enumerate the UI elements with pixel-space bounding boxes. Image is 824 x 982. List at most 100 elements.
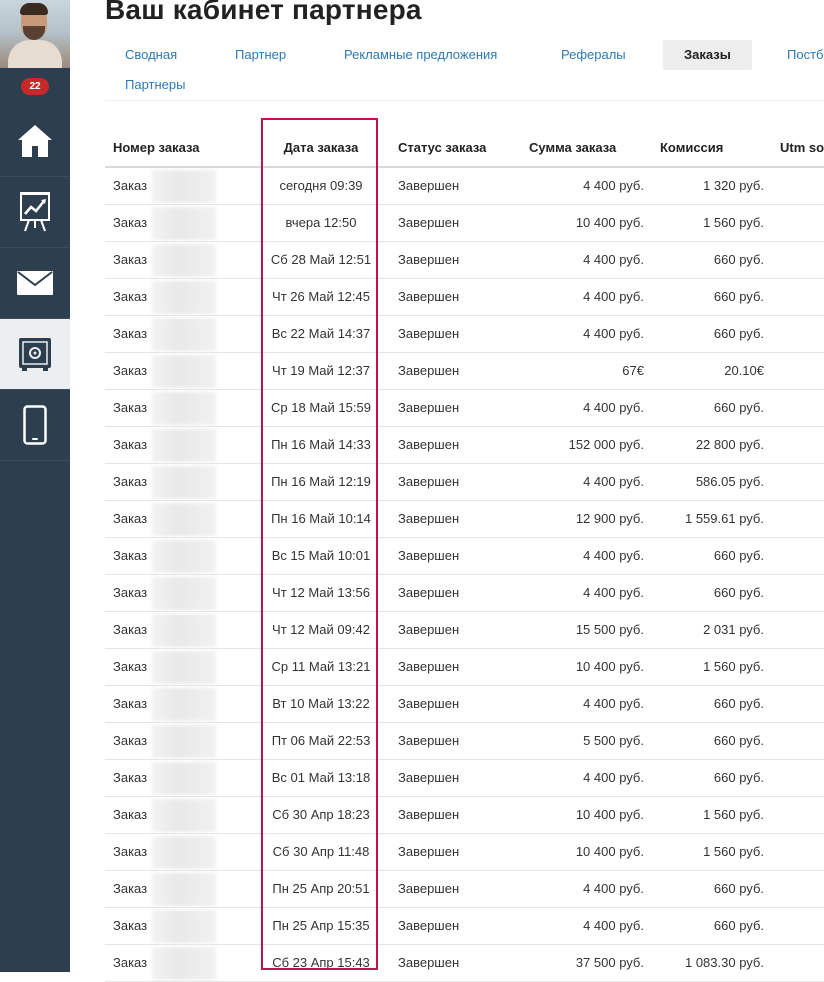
notification-badge[interactable]: 22 [21, 78, 49, 95]
order-number-cell[interactable]: Заказ [113, 242, 147, 278]
tab-summary[interactable]: Сводная [125, 40, 177, 70]
table-row[interactable]: Заказ Чт 26 Май 12:45 Завершен 4 400 руб. 66… [105, 279, 824, 316]
table-row[interactable]: Заказ Вс 22 Май 14:37 Завершен 4 400 руб. 66… [105, 316, 824, 353]
order-number-cell[interactable]: Заказ [113, 501, 147, 537]
tab-partner[interactable]: Партнер [235, 40, 286, 70]
column-header-order-status[interactable]: Статус заказа [398, 130, 486, 166]
table-row[interactable]: Заказ Пн 25 Апр 20:51 Завершен 4 400 руб. 66… [105, 871, 824, 908]
table-row[interactable]: Заказ вчера 12:50 Завершен 10 400 руб. 1 560… [105, 205, 824, 242]
table-row[interactable]: Заказ Чт 12 Май 09:42 Завершен 15 500 руб. 2… [105, 612, 824, 649]
table-row[interactable]: Заказ Пн 16 Май 12:19 Завершен 4 400 руб. 58… [105, 464, 824, 501]
order-date-cell: Сб 23 Апр 15:43 [272, 955, 370, 970]
redacted-order-id [152, 614, 216, 647]
order-sum-cell: 4 400 руб. [583, 585, 644, 600]
order-number-cell[interactable]: Заказ [113, 390, 147, 426]
tab-orders[interactable]: Заказы [663, 40, 752, 70]
order-date-cell: Ср 11 Май 13:21 [271, 659, 371, 674]
order-date-cell: Чт 26 Май 12:45 [272, 289, 370, 304]
table-row[interactable]: Заказ Чт 12 Май 13:56 Завершен 4 400 руб. 66… [105, 575, 824, 612]
order-sum-cell: 4 400 руб. [583, 326, 644, 341]
commission-cell: 22 800 руб. [695, 437, 764, 452]
order-number-cell[interactable]: Заказ [113, 723, 147, 759]
order-number-cell[interactable]: Заказ [113, 427, 147, 463]
column-header-order-number[interactable]: Номер заказа [113, 130, 200, 166]
redacted-order-id [152, 762, 216, 795]
sidebar: 22 [0, 0, 70, 972]
commission-cell: 1 320 руб. [703, 178, 764, 193]
table-row[interactable]: Заказ Пн 16 Май 10:14 Завершен 12 900 руб. 1… [105, 501, 824, 538]
order-number-cell[interactable]: Заказ [113, 871, 147, 907]
order-number-cell[interactable]: Заказ [113, 279, 147, 315]
order-number-cell[interactable]: Заказ [113, 945, 147, 981]
order-number-cell[interactable]: Заказ [113, 612, 147, 648]
sidebar-item-finance[interactable] [0, 319, 70, 390]
order-sum-cell: 15 500 руб. [575, 622, 644, 637]
table-row[interactable]: Заказ Чт 19 Май 12:37 Завершен 67€ 20.10€ [105, 353, 824, 390]
commission-cell: 1 083.30 руб. [684, 955, 764, 970]
order-number-cell[interactable]: Заказ [113, 464, 147, 500]
mail-icon [17, 271, 53, 295]
commission-cell: 660 руб. [713, 733, 764, 748]
sidebar-item-mobile[interactable] [0, 390, 70, 461]
table-row[interactable]: Заказ Сб 30 Апр 18:23 Завершен 10 400 руб. 1… [105, 797, 824, 834]
table-row[interactable]: Заказ сегодня 09:39 Завершен 4 400 руб. 1 32… [105, 168, 824, 205]
table-row[interactable]: Заказ Пн 25 Апр 15:35 Завершен 4 400 руб. 66… [105, 908, 824, 945]
column-header-commission[interactable]: Комиссия [660, 130, 723, 166]
order-sum-cell: 4 400 руб. [583, 881, 644, 896]
order-number-cell[interactable]: Заказ [113, 797, 147, 833]
table-row[interactable]: Заказ Пт 06 Май 22:53 Завершен 5 500 руб. 66… [105, 723, 824, 760]
order-status-cell: Завершен [398, 548, 460, 563]
commission-cell: 660 руб. [713, 252, 764, 267]
column-header-utm-source[interactable]: Utm so [780, 130, 824, 166]
order-number-cell[interactable]: Заказ [113, 686, 147, 722]
order-number-cell[interactable]: Заказ [113, 575, 147, 611]
notifications-area[interactable]: 22 [0, 68, 70, 107]
order-number-cell[interactable]: Заказ [113, 316, 147, 352]
order-status-cell: Завершен [398, 363, 460, 378]
order-date-cell: Сб 30 Апр 18:23 [272, 807, 370, 822]
order-status-cell: Завершен [398, 474, 460, 489]
chart-easel-icon [20, 192, 50, 232]
order-status-cell: Завершен [398, 400, 460, 415]
order-number-cell[interactable]: Заказ [113, 908, 147, 944]
commission-cell: 660 руб. [713, 770, 764, 785]
table-row[interactable]: Заказ Ср 11 Май 13:21 Завершен 10 400 руб. 1… [105, 649, 824, 686]
order-date-cell: Чт 12 Май 09:42 [272, 622, 370, 637]
order-sum-cell: 4 400 руб. [583, 918, 644, 933]
order-number-cell[interactable]: Заказ [113, 538, 147, 574]
column-header-order-sum[interactable]: Сумма заказа [529, 130, 616, 166]
redacted-order-id [152, 392, 216, 425]
table-row[interactable]: Заказ Ср 18 Май 15:59 Завершен 4 400 руб. 66… [105, 390, 824, 427]
order-number-cell[interactable]: Заказ [113, 205, 147, 241]
table-row[interactable]: Заказ Пн 16 Май 14:33 Завершен 152 000 руб.… [105, 427, 824, 464]
redacted-order-id [152, 207, 216, 240]
table-row[interactable]: Заказ Вс 15 Май 10:01 Завершен 4 400 руб. 66… [105, 538, 824, 575]
table-row[interactable]: Заказ Сб 23 Апр 15:43 Завершен 37 500 руб. 1… [105, 945, 824, 982]
order-sum-cell: 10 400 руб. [575, 844, 644, 859]
commission-cell: 2 031 руб. [703, 622, 764, 637]
order-date-cell: Пт 06 Май 22:53 [271, 733, 371, 748]
redacted-order-id [152, 466, 216, 499]
sidebar-item-home[interactable] [0, 106, 70, 177]
redacted-order-id [152, 244, 216, 277]
table-row[interactable]: Заказ Вт 10 Май 13:22 Завершен 4 400 руб. 66… [105, 686, 824, 723]
order-number-cell[interactable]: Заказ [113, 649, 147, 685]
sidebar-item-statistics[interactable] [0, 177, 70, 248]
avatar[interactable] [0, 0, 70, 68]
order-number-cell[interactable]: Заказ [113, 168, 147, 204]
tab-referrals[interactable]: Рефералы [561, 40, 626, 70]
table-row[interactable]: Заказ Сб 28 Май 12:51 Завершен 4 400 руб. 66… [105, 242, 824, 279]
sidebar-item-messages[interactable] [0, 248, 70, 319]
tab-offers[interactable]: Рекламные предложения [344, 40, 497, 70]
order-number-cell[interactable]: Заказ [113, 834, 147, 870]
tab-postback[interactable]: Постб [787, 40, 823, 70]
table-row[interactable]: Заказ Сб 30 Апр 11:48 Завершен 10 400 руб. 1… [105, 834, 824, 871]
column-header-order-date[interactable]: Дата заказа [263, 130, 379, 166]
order-date-cell: Вс 15 Май 10:01 [271, 548, 371, 563]
commission-cell: 20.10€ [724, 363, 764, 378]
order-status-cell: Завершен [398, 770, 460, 785]
table-row[interactable]: Заказ Вс 01 Май 13:18 Завершен 4 400 руб. 66… [105, 760, 824, 797]
tab-partners[interactable]: Партнеры [125, 70, 185, 100]
order-number-cell[interactable]: Заказ [113, 353, 147, 389]
order-number-cell[interactable]: Заказ [113, 760, 147, 796]
